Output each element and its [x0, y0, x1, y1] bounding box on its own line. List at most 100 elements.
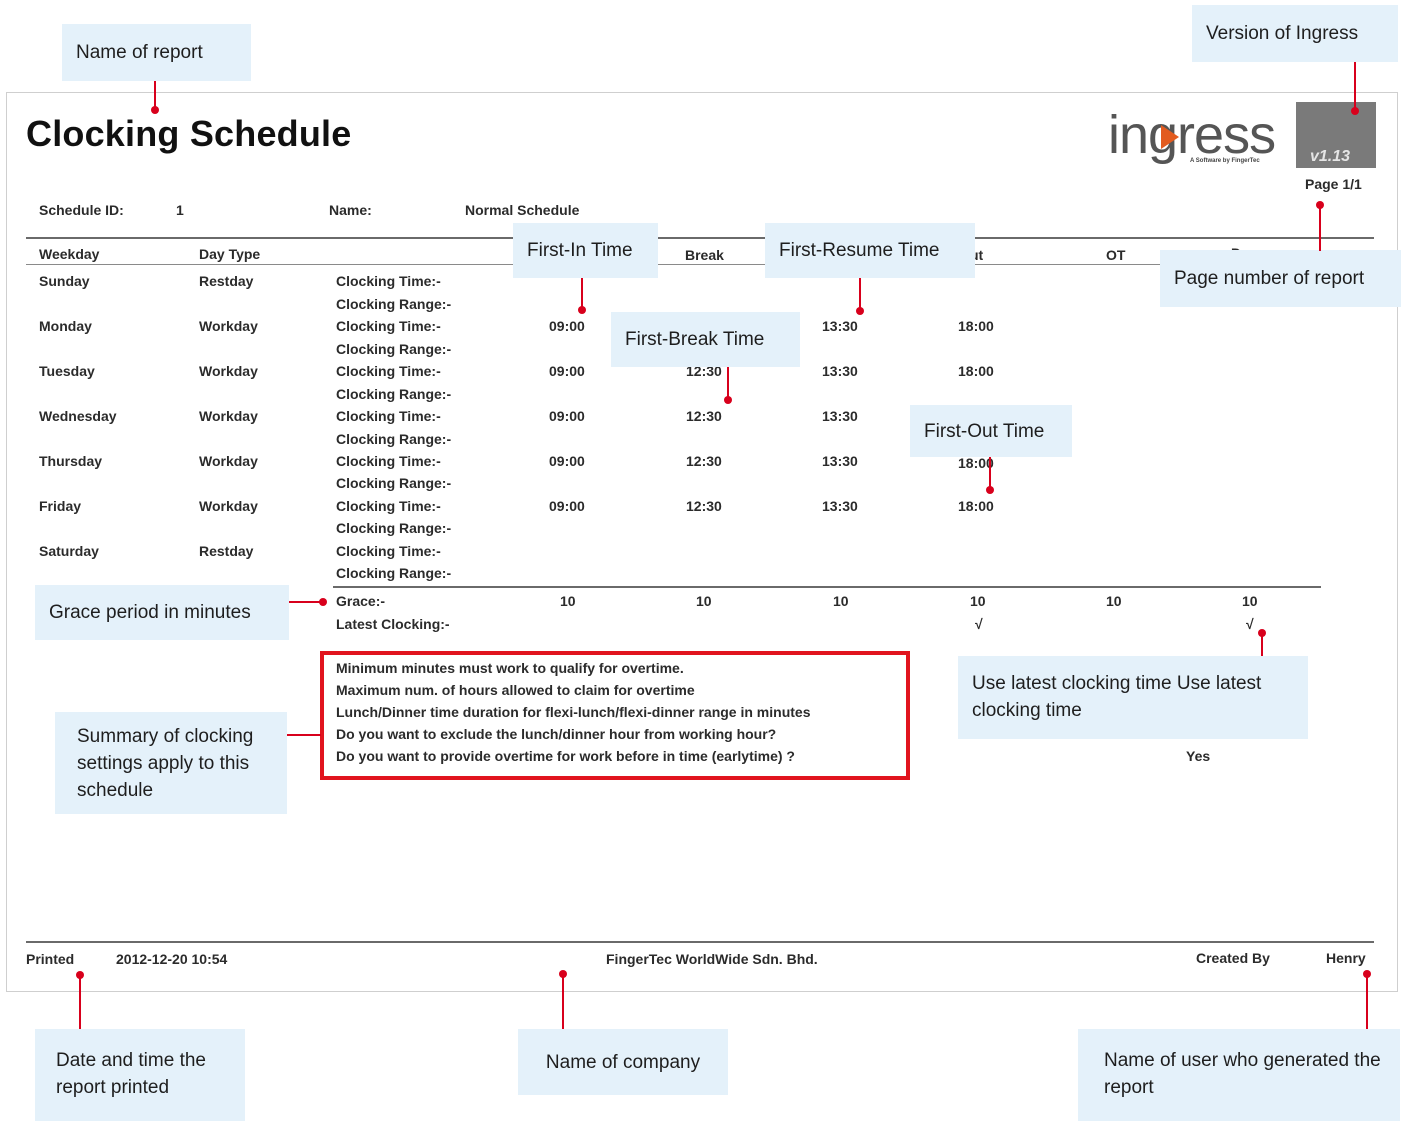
day-type-cell: Workday	[199, 498, 258, 514]
in-time-cell: 09:00	[549, 453, 585, 469]
break-time-cell: 12:30	[686, 453, 722, 469]
latest-check-mark: √	[975, 616, 983, 632]
summary-line: Do you want to provide overtime for work…	[336, 748, 795, 764]
summary-line: Do you want to exclude the lunch/dinner …	[336, 726, 777, 742]
weekday-cell: Saturday	[39, 543, 99, 559]
clocking-time-label: Clocking Time:-	[336, 273, 441, 289]
weekday-cell: Thursday	[39, 453, 103, 469]
printed-datetime: 2012-12-20 10:54	[116, 951, 228, 967]
connector-dot	[1258, 629, 1266, 637]
play-icon	[1161, 125, 1179, 149]
day-type-cell: Workday	[199, 453, 258, 469]
resume-time-cell: 13:30	[822, 363, 858, 379]
clocking-range-label: Clocking Range:-	[336, 475, 452, 491]
day-type-cell: Restday	[199, 273, 254, 289]
clocking-time-label: Clocking Time:-	[336, 498, 441, 514]
report-sheet	[6, 92, 1398, 992]
connector-dot	[856, 307, 864, 315]
clocking-time-label: Clocking Time:-	[336, 453, 441, 469]
clocking-time-label: Clocking Time:-	[336, 363, 441, 379]
clocking-range-label: Clocking Range:-	[336, 431, 452, 447]
summary-line: Maximum num. of hours allowed to claim f…	[336, 682, 695, 698]
connector-line	[1261, 636, 1263, 656]
created-by-user: Henry	[1326, 950, 1366, 966]
weekday-cell: Sunday	[39, 273, 90, 289]
in-time-cell: 09:00	[549, 498, 585, 514]
weekday-cell: Tuesday	[39, 363, 95, 379]
connector-dot	[319, 598, 327, 606]
connector-dot	[1351, 107, 1359, 115]
company-name: FingerTec WorldWide Sdn. Bhd.	[606, 951, 818, 967]
latest-check-mark: √	[1246, 616, 1254, 632]
grace-value: 10	[833, 593, 849, 609]
clocking-time-label: Clocking Time:-	[336, 408, 441, 424]
name-label: Name:	[329, 202, 372, 218]
resume-time-cell: 13:30	[822, 498, 858, 514]
resume-time-cell: 13:30	[822, 453, 858, 469]
version-text: v1.13	[1310, 148, 1351, 165]
header-divider	[26, 237, 1374, 239]
ingress-logo: ingress	[1108, 105, 1276, 165]
logo-subtitle: A Software by FingerTec	[1190, 158, 1260, 164]
connector-line	[562, 975, 564, 1029]
callout-summary: Summary of clocking settings apply to th…	[55, 712, 287, 814]
grace-value: 10	[696, 593, 712, 609]
connector-dot	[559, 970, 567, 978]
name-value: Normal Schedule	[465, 202, 580, 218]
clocking-range-label: Clocking Range:-	[336, 520, 452, 536]
header-ot: OT	[1106, 247, 1126, 263]
callout-grace: Grace period in minutes	[35, 585, 289, 640]
summary-line: Lunch/Dinner time duration for flexi-lun…	[336, 704, 811, 720]
schedule-id-label: Schedule ID:	[39, 202, 124, 218]
grace-value: 10	[560, 593, 576, 609]
grace-value: 10	[1242, 593, 1258, 609]
header-day-type: Day Type	[199, 246, 261, 262]
connector-dot	[724, 396, 732, 404]
clocking-time-label: Clocking Time:-	[336, 318, 441, 334]
break-time-cell: 12:30	[686, 408, 722, 424]
day-type-cell: Workday	[199, 363, 258, 379]
day-type-cell: Workday	[199, 408, 258, 424]
day-type-cell: Workday	[199, 318, 258, 334]
day-type-cell: Restday	[199, 543, 254, 559]
grace-value: 10	[1106, 593, 1122, 609]
weekday-cell: Friday	[39, 498, 82, 514]
grace-label: Grace:-	[336, 593, 386, 609]
connector-line	[289, 601, 323, 603]
connector-dot	[151, 106, 159, 114]
callout-name-of-report: Name of report	[62, 24, 251, 81]
clocking-range-label: Clocking Range:-	[336, 341, 452, 357]
connector-dot	[986, 486, 994, 494]
schedule-id-value: 1	[176, 202, 184, 218]
out-time-cell: 18:00	[958, 318, 994, 334]
latest-clocking-label: Latest Clocking:-	[336, 616, 450, 632]
page-number: Page 1/1	[1305, 176, 1362, 192]
resume-time-cell: 13:30	[822, 408, 858, 424]
clocking-range-label: Clocking Range:-	[336, 296, 452, 312]
connector-line	[989, 457, 991, 489]
out-time-cell: 18:00	[958, 363, 994, 379]
clocking-time-label: Clocking Time:-	[336, 543, 441, 559]
connector-line	[1366, 975, 1368, 1029]
callout-latest-clocking: Use latest clocking time Use latest cloc…	[958, 656, 1308, 739]
connector-dot	[76, 971, 84, 979]
in-time-cell: 09:00	[549, 363, 585, 379]
callout-user: Name of user who generated the report	[1078, 1029, 1400, 1121]
weekday-cell: Monday	[39, 318, 92, 334]
callout-first-resume: First-Resume Time	[765, 223, 975, 278]
in-time-cell: 09:00	[549, 408, 585, 424]
summary-answer: Yes	[1186, 748, 1211, 764]
connector-line	[1319, 205, 1321, 251]
connector-line	[859, 278, 861, 310]
clocking-range-label: Clocking Range:-	[336, 386, 452, 402]
break-time-cell: 12:30	[686, 498, 722, 514]
connector-line	[287, 734, 321, 736]
connector-dot	[1316, 201, 1324, 209]
connector-line	[727, 367, 729, 399]
resume-time-cell: 13:30	[822, 318, 858, 334]
callout-first-break: First-Break Time	[611, 312, 800, 367]
out-time-cell: 18:00	[958, 498, 994, 514]
connector-dot	[1363, 970, 1371, 978]
grace-value: 10	[970, 593, 986, 609]
grace-divider	[333, 586, 1321, 588]
